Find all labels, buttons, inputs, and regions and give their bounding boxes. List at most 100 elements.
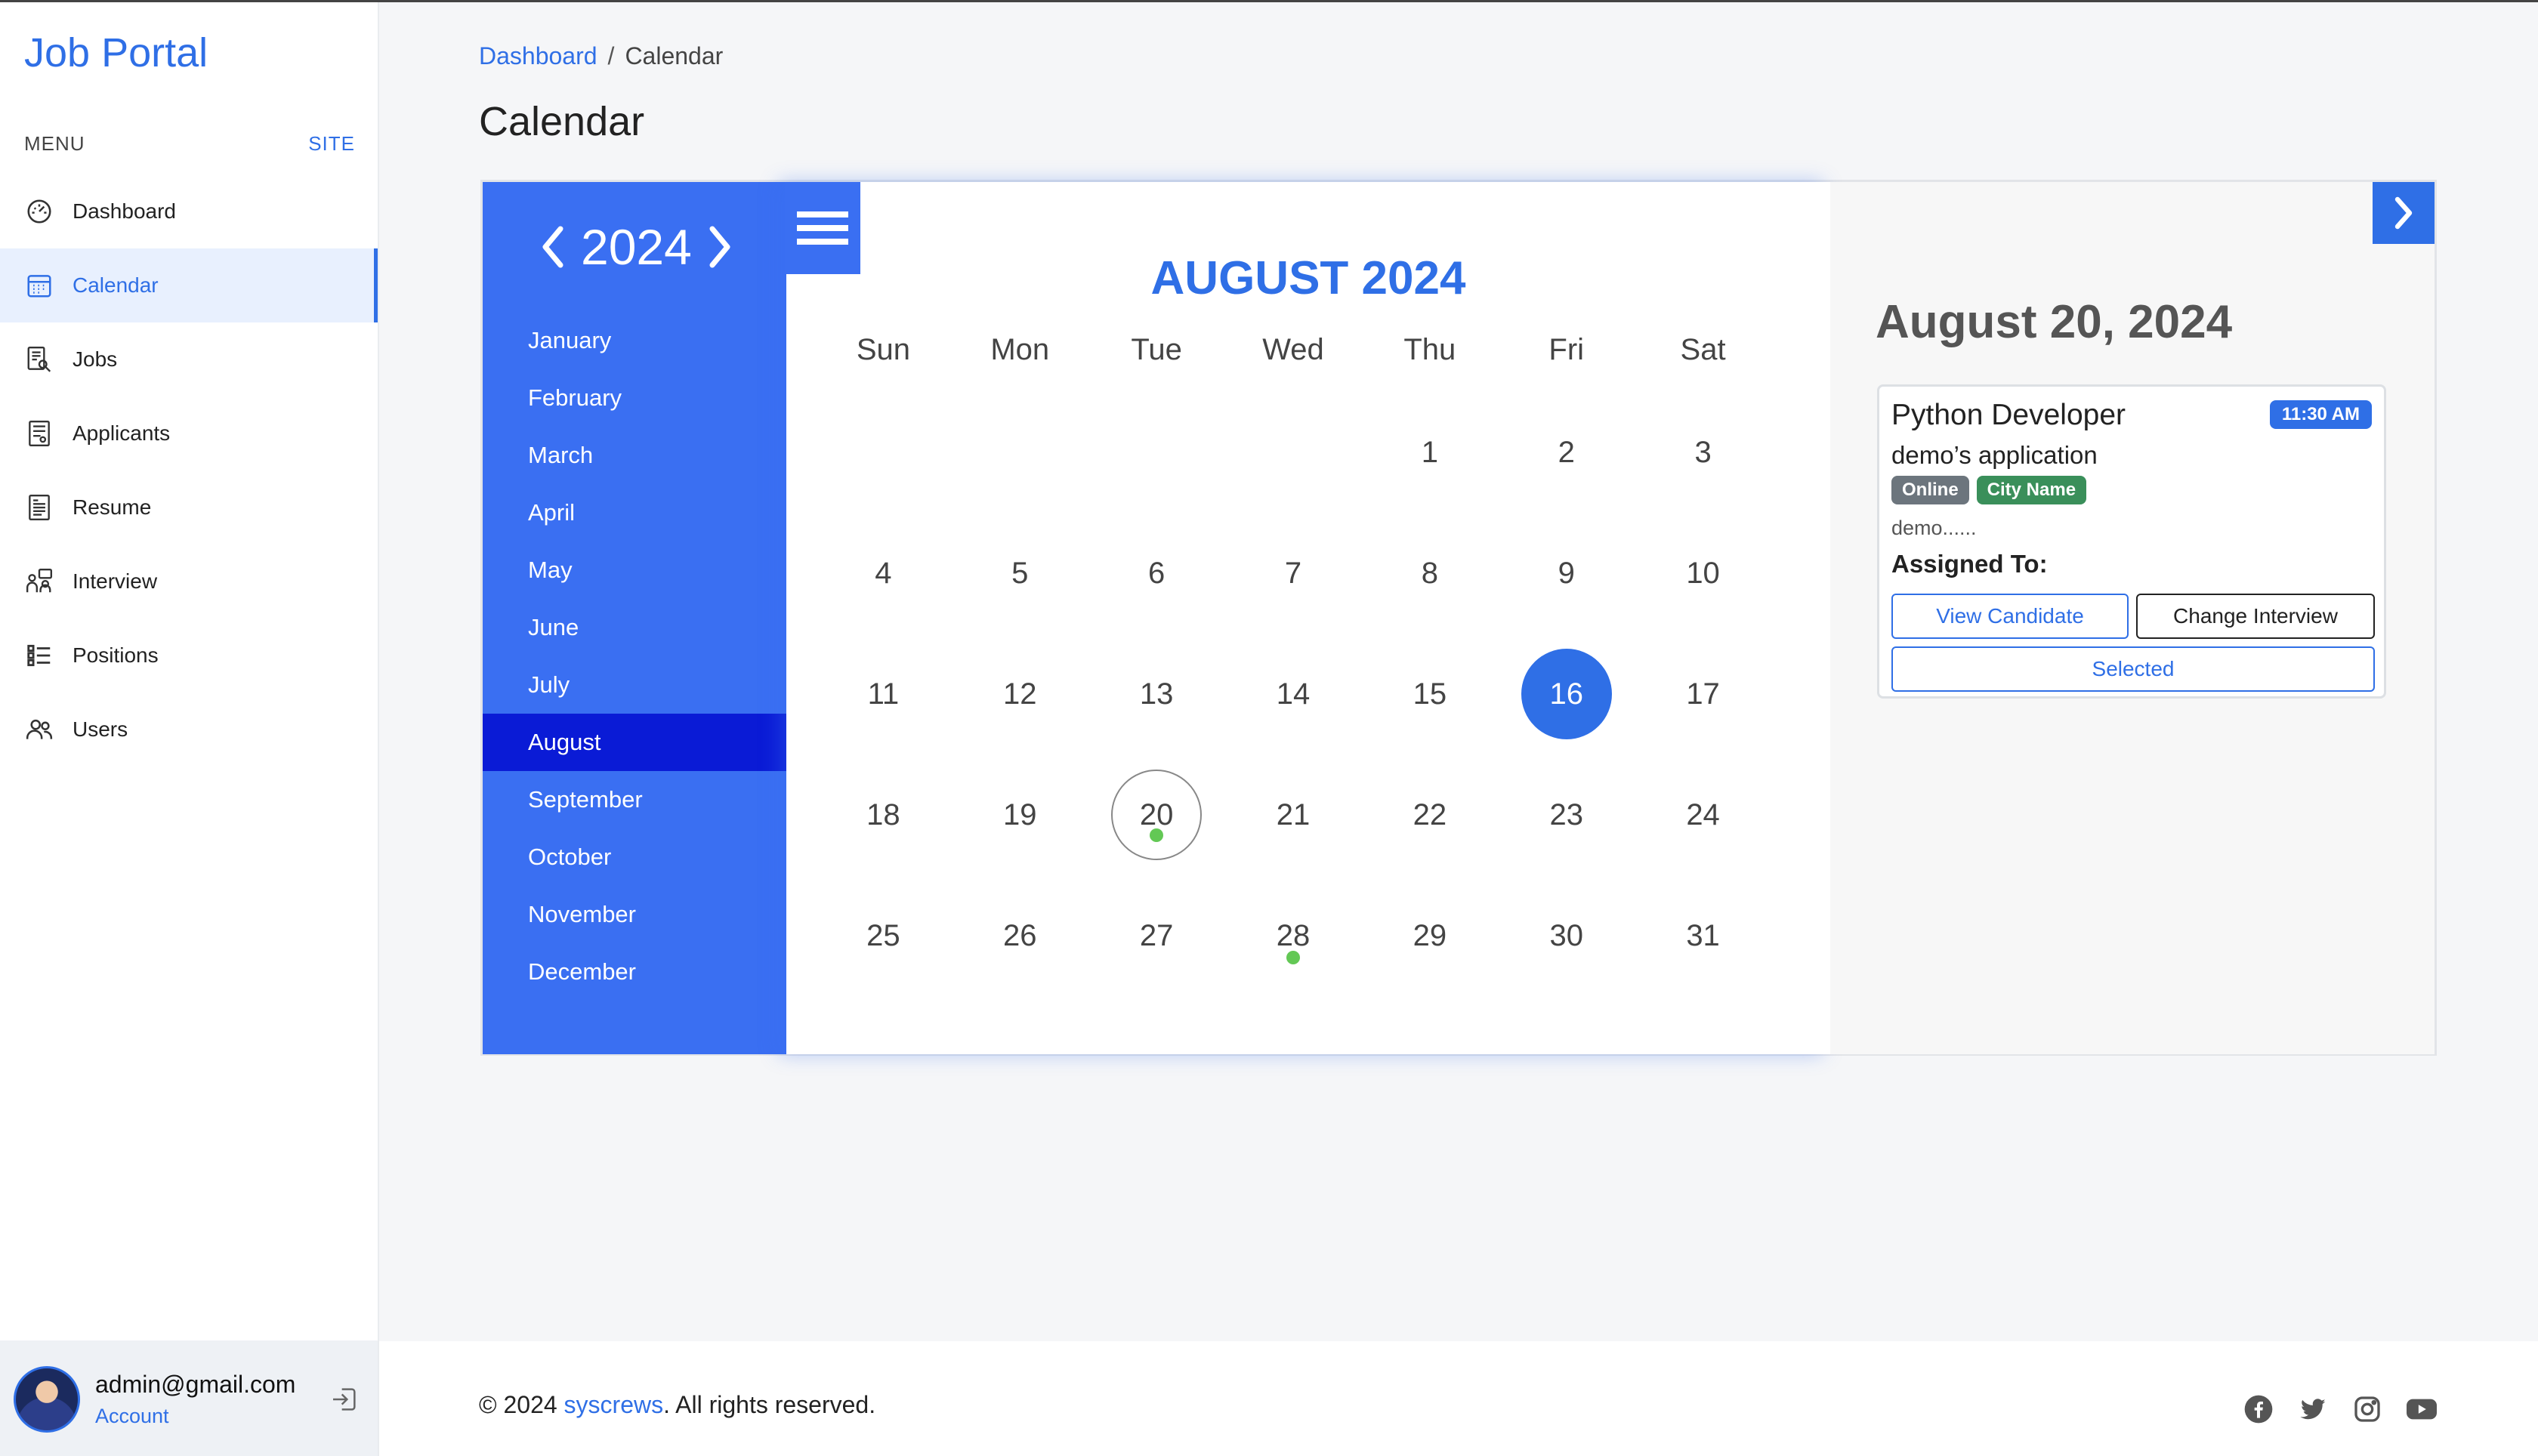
day-cell[interactable]: 22 bbox=[1361, 754, 1498, 875]
day-number: 23 bbox=[1549, 797, 1583, 831]
day-cell[interactable]: 1 bbox=[1361, 392, 1498, 513]
view-candidate-button[interactable]: View Candidate bbox=[1891, 594, 2129, 639]
weekday-sun: Sun bbox=[856, 333, 910, 366]
day-cell[interactable]: 31 bbox=[1635, 875, 1771, 996]
facebook-icon[interactable] bbox=[2242, 1393, 2275, 1426]
day-cell[interactable]: 18 bbox=[815, 754, 952, 875]
day-cell[interactable]: 28 bbox=[1225, 875, 1362, 996]
sidebar-item-users[interactable]: Users bbox=[0, 693, 378, 767]
breadcrumb-dashboard-link[interactable]: Dashboard bbox=[479, 42, 597, 69]
day-cell[interactable]: 4 bbox=[815, 513, 952, 634]
day-cell[interactable]: 19 bbox=[952, 754, 1088, 875]
sidebar-item-interview[interactable]: Interview bbox=[0, 544, 378, 618]
day-cell[interactable]: 3 bbox=[1635, 392, 1771, 513]
month-item-may[interactable]: May bbox=[483, 541, 786, 599]
month-item-march[interactable]: March bbox=[483, 427, 786, 484]
calendar-icon bbox=[24, 270, 54, 301]
weekday-fri: Fri bbox=[1548, 333, 1585, 366]
day-cell[interactable]: 21 bbox=[1225, 754, 1362, 875]
event-dot bbox=[1150, 828, 1164, 842]
day-cell[interactable]: 27 bbox=[1088, 875, 1225, 996]
change-interview-button[interactable]: Change Interview bbox=[2136, 594, 2375, 639]
sidebar-item-label: Applicants bbox=[73, 421, 171, 445]
event-subtitle: demo’s application bbox=[1891, 441, 2098, 469]
account-link[interactable]: Account bbox=[95, 1405, 295, 1428]
month-item-september[interactable]: September bbox=[483, 771, 786, 828]
day-number: 10 bbox=[1686, 556, 1720, 590]
instagram-icon[interactable] bbox=[2351, 1393, 2384, 1426]
day-number: 29 bbox=[1413, 918, 1447, 952]
day-cell[interactable]: 13 bbox=[1088, 634, 1225, 754]
day-cell[interactable]: 5 bbox=[952, 513, 1088, 634]
logout-icon[interactable] bbox=[329, 1384, 360, 1418]
month-item-april[interactable]: April bbox=[483, 484, 786, 541]
empty-day-cell bbox=[1088, 392, 1225, 513]
month-item-december[interactable]: December bbox=[483, 943, 786, 1001]
event-time-badge: 11:30 AM bbox=[2269, 400, 2372, 429]
day-cell[interactable]: 14 bbox=[1225, 634, 1362, 754]
event-description: demo...... bbox=[1891, 517, 1977, 539]
month-item-january[interactable]: January bbox=[483, 312, 786, 369]
day-cell[interactable]: 10 bbox=[1635, 513, 1771, 634]
month-item-november[interactable]: November bbox=[483, 886, 786, 943]
month-item-february[interactable]: February bbox=[483, 369, 786, 427]
day-grid: 1 2 3 4 5 6 7 8 9 10 11 12 13 14 15 16 17 18 19 20 21 22 23 24 2… bbox=[815, 392, 1771, 996]
day-number: 24 bbox=[1686, 797, 1720, 831]
sidebar-item-jobs[interactable]: Jobs bbox=[0, 322, 378, 396]
sidebar-item-dashboard[interactable]: Dashboard bbox=[0, 174, 378, 248]
day-number: 20 bbox=[1111, 770, 1203, 860]
day-cell[interactable]: 9 bbox=[1498, 513, 1635, 634]
sidebar-item-applicants[interactable]: Applicants bbox=[0, 396, 378, 470]
day-cell[interactable]: 8 bbox=[1361, 513, 1498, 634]
avatar[interactable] bbox=[14, 1366, 80, 1433]
sidebar-item-calendar[interactable]: Calendar bbox=[0, 248, 378, 322]
status-selected-button[interactable]: Selected bbox=[1891, 646, 2375, 692]
sidebar: Job Portal MENU SITE Dashboard Calendar Jo… bbox=[0, 2, 379, 1456]
day-cell[interactable]: 6 bbox=[1088, 513, 1225, 634]
sidebar-item-resume[interactable]: Resume bbox=[0, 470, 378, 544]
day-number: 4 bbox=[875, 556, 892, 590]
day-cell[interactable]: 17 bbox=[1635, 634, 1771, 754]
day-cell[interactable]: 20 bbox=[1088, 754, 1225, 875]
prev-year-button[interactable] bbox=[536, 222, 570, 272]
day-cell[interactable]: 12 bbox=[952, 634, 1088, 754]
resume-document-icon bbox=[24, 492, 54, 523]
account-email: admin@gmail.com bbox=[95, 1371, 296, 1398]
day-cell[interactable]: 7 bbox=[1225, 513, 1362, 634]
day-cell[interactable]: 23 bbox=[1498, 754, 1635, 875]
sidebar-item-label: Positions bbox=[73, 643, 159, 667]
empty-day-cell bbox=[1225, 392, 1362, 513]
month-item-october[interactable]: October bbox=[483, 828, 786, 886]
event-title: Python Developer bbox=[1891, 399, 2126, 431]
day-number: 26 bbox=[1003, 918, 1037, 952]
weekday-tue: Tue bbox=[1131, 333, 1182, 366]
site-link[interactable]: SITE bbox=[308, 132, 355, 156]
day-number: 25 bbox=[866, 918, 900, 952]
youtube-icon[interactable] bbox=[2405, 1393, 2438, 1426]
company-link[interactable]: syscrews bbox=[564, 1391, 664, 1418]
applicants-document-icon bbox=[24, 418, 54, 449]
copyright-suffix: . All rights reserved. bbox=[663, 1391, 876, 1418]
month-item-june[interactable]: June bbox=[483, 599, 786, 656]
twitter-icon[interactable] bbox=[2296, 1393, 2330, 1426]
day-cell[interactable]: 2 bbox=[1498, 392, 1635, 513]
sidebar-item-positions[interactable]: Positions bbox=[0, 618, 378, 693]
month-item-july[interactable]: July bbox=[483, 656, 786, 714]
sidebar-item-label: Jobs bbox=[73, 347, 118, 371]
day-cell[interactable]: 26 bbox=[952, 875, 1088, 996]
day-cell[interactable]: 29 bbox=[1361, 875, 1498, 996]
sidebar-item-label: Dashboard bbox=[73, 199, 176, 223]
day-detail-panel: August 20, 2024 Python Developer 11:30 A… bbox=[1830, 182, 2435, 1054]
sidebar-item-label: Resume bbox=[73, 495, 152, 519]
day-cell[interactable]: 25 bbox=[815, 875, 952, 996]
day-cell[interactable]: 11 bbox=[815, 634, 952, 754]
day-cell[interactable]: 24 bbox=[1635, 754, 1771, 875]
day-cell[interactable]: 30 bbox=[1498, 875, 1635, 996]
brand-logo[interactable]: Job Portal bbox=[24, 29, 208, 76]
day-number: 15 bbox=[1413, 677, 1447, 711]
month-item-august[interactable]: August bbox=[483, 714, 786, 771]
next-year-button[interactable] bbox=[702, 222, 737, 272]
day-cell[interactable]: 15 bbox=[1361, 634, 1498, 754]
day-cell[interactable]: 16 bbox=[1498, 634, 1635, 754]
expand-panel-button[interactable] bbox=[2373, 182, 2435, 244]
